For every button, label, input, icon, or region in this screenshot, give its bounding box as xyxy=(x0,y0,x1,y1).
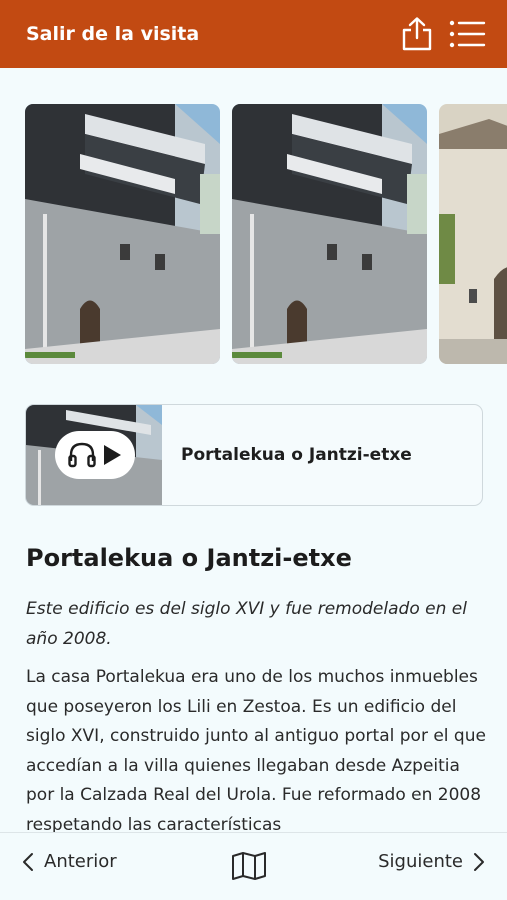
building-photo-3[interactable] xyxy=(439,104,507,364)
headphones-icon xyxy=(68,442,96,468)
previous-label: Anterior xyxy=(44,851,117,872)
page-title: Portalekua o Jantzi-etxe xyxy=(26,544,352,572)
building-photo-2[interactable] xyxy=(232,104,427,364)
article-body: La casa Portalekua era uno de los muchos… xyxy=(26,667,486,835)
next-label: Siguiente xyxy=(378,851,463,872)
audio-play-button[interactable] xyxy=(55,431,135,479)
chevron-right-icon xyxy=(474,852,484,871)
building-photo-1[interactable] xyxy=(25,104,220,364)
article-subtitle: Este edificio es del siglo XVI y fue rem… xyxy=(26,599,467,649)
play-icon xyxy=(104,445,121,465)
audio-guide-card[interactable]: Portalekua o Jantzi-etxe xyxy=(25,404,483,506)
next-button[interactable]: Siguiente xyxy=(378,851,485,872)
photo-gallery[interactable] xyxy=(0,104,507,366)
top-bar: Salir de la visita xyxy=(0,0,507,68)
share-icon[interactable] xyxy=(400,16,434,52)
list-menu-icon[interactable] xyxy=(448,18,486,50)
previous-button[interactable]: Anterior xyxy=(22,851,117,872)
map-icon[interactable] xyxy=(231,851,267,881)
chevron-left-icon xyxy=(23,852,33,871)
bottom-nav: Anterior Siguiente xyxy=(0,832,507,900)
audio-title: Portalekua o Jantzi-etxe xyxy=(181,445,412,465)
exit-tour-button[interactable]: Salir de la visita xyxy=(26,23,199,45)
